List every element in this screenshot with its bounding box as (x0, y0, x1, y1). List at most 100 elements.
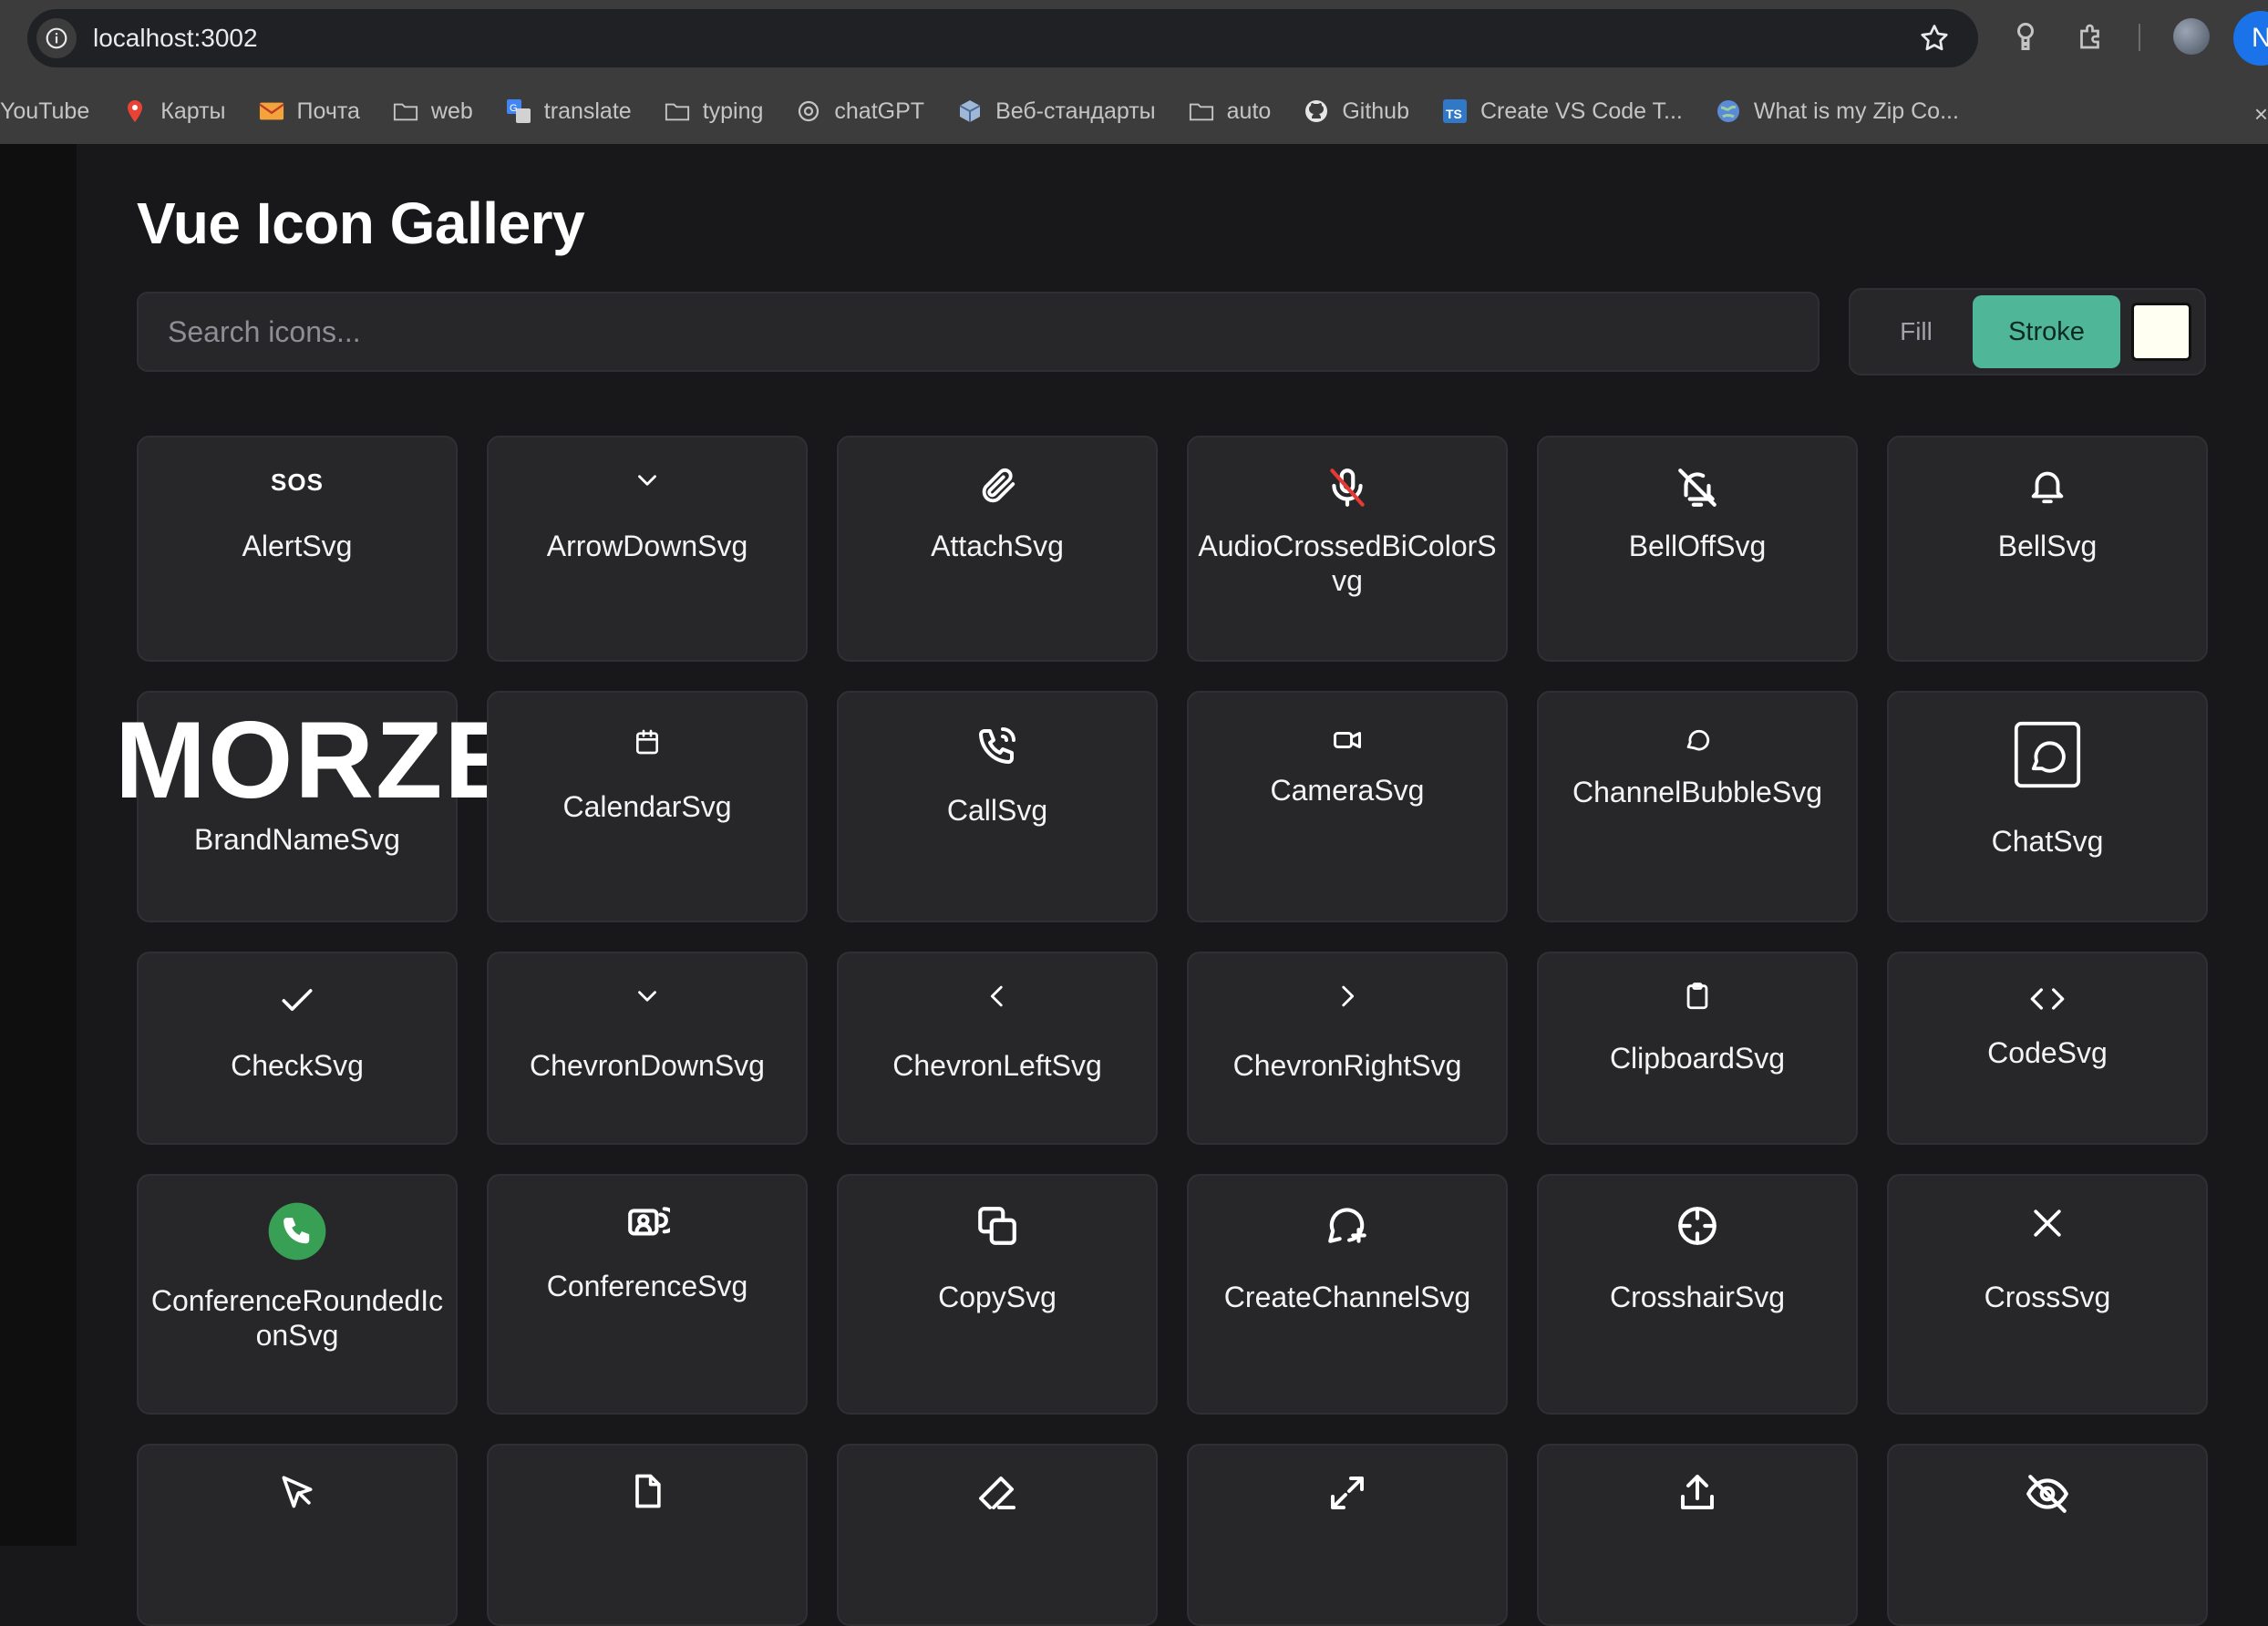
bookmark-item[interactable]: Карты (122, 98, 226, 125)
upload-icon (1675, 1471, 1719, 1515)
bookmark-item[interactable]: auto (1189, 98, 1272, 125)
icon-tile[interactable]: CreateChannelSvg (1187, 1174, 1508, 1415)
openai-icon (796, 98, 821, 124)
icon-tile[interactable]: CheckSvg (137, 952, 458, 1145)
icon-name-label: ChatSvg (1991, 825, 2104, 858)
icon-tile[interactable]: CodeSvg (1887, 952, 2208, 1145)
icon-tile[interactable] (837, 1444, 1158, 1626)
icon-tile[interactable]: ArrowDownSvg (487, 436, 808, 662)
sos-icon: SOS (271, 468, 324, 496)
icon-name-label: CameraSvg (1270, 774, 1425, 807)
icon-tile[interactable]: BellSvg (1887, 436, 2208, 662)
icon-tile[interactable]: CopySvg (837, 1174, 1158, 1415)
icon-tile[interactable]: MORZE BrandNameSvg (115, 691, 517, 922)
bookmark-label: chatGPT (834, 98, 925, 124)
icon-tile[interactable]: ChevronRightSvg (1187, 952, 1508, 1145)
left-gutter (0, 144, 77, 1546)
bookmark-item[interactable]: YouTube (0, 98, 89, 125)
icon-tile[interactable]: CalendarSvg (487, 691, 808, 922)
icon-tile[interactable]: AttachSvg (837, 436, 1158, 662)
color-picker-swatch[interactable] (2131, 303, 2191, 361)
icon-name-label: CrossSvg (1984, 1281, 2111, 1313)
icon-name-label: AudioCrossedBiColorSvg (1198, 530, 1497, 597)
fill-mode-button[interactable]: Fill (1861, 295, 1971, 368)
address-bar[interactable]: localhost:3002 (27, 9, 1978, 67)
phone-rounded-icon (267, 1201, 327, 1261)
bookmark-item[interactable]: web (393, 98, 473, 125)
svg-text:TS: TS (1446, 107, 1462, 121)
icon-tile[interactable]: BellOffSvg (1537, 436, 1858, 662)
bookmark-item[interactable]: Gtranslate (506, 98, 632, 125)
profile-avatar[interactable]: N (2233, 11, 2268, 66)
icon-tile[interactable]: ChannelBubbleSvg (1537, 691, 1858, 922)
icon-name-label: ConferenceRoundedIconSvg (150, 1284, 444, 1352)
paperclip-icon (976, 465, 1018, 507)
icon-name-label: CrosshairSvg (1609, 1281, 1786, 1313)
icon-tile[interactable]: ChevronLeftSvg (837, 952, 1158, 1145)
icon-tile[interactable]: ChevronDownSvg (487, 952, 808, 1145)
fill-stroke-toggle: Fill Stroke (1849, 288, 2206, 376)
icon-tile[interactable]: CallSvg (837, 691, 1158, 922)
bookmark-item[interactable]: TS Create VS Code T... (1442, 98, 1683, 125)
url-text[interactable]: localhost:3002 (93, 24, 258, 53)
close-icon (2027, 1203, 2067, 1243)
profile-globe-icon[interactable] (2173, 18, 2210, 55)
maps-pin-icon (122, 98, 148, 124)
folder-icon (393, 98, 418, 124)
bookmark-label: Github (1342, 98, 1409, 124)
icon-name-label: ChevronDownSvg (530, 1049, 765, 1082)
bookmarks-overflow-icon[interactable]: × (2254, 100, 2268, 129)
folder-icon (1189, 98, 1214, 124)
icon-tile[interactable]: ConferenceRoundedIconSvg (137, 1174, 458, 1415)
translate-icon: G (506, 98, 531, 124)
bookmark-item[interactable]: What is my Zip Co... (1716, 98, 1959, 125)
icon-tile[interactable]: ChatSvg (1887, 691, 2208, 922)
icon-tile[interactable]: CrosshairSvg (1537, 1174, 1858, 1415)
bookmark-label: auto (1226, 98, 1272, 124)
bookmark-label: YouTube (0, 98, 90, 124)
icon-tile[interactable] (1887, 1444, 2208, 1626)
icon-tile[interactable] (137, 1444, 458, 1626)
bookmark-item[interactable]: typing (665, 98, 764, 125)
bookmark-item[interactable]: Веб-стандарты (957, 98, 1156, 125)
search-input[interactable] (137, 292, 1820, 372)
clipboard-icon (1682, 981, 1713, 1012)
globe-icon (1716, 98, 1741, 124)
bookmark-label: translate (543, 98, 632, 124)
icon-tile[interactable]: ConferenceSvg (487, 1174, 808, 1415)
icon-tile[interactable]: ClipboardSvg (1537, 952, 1858, 1145)
stroke-mode-button[interactable]: Stroke (1973, 295, 2120, 368)
eraser-icon (975, 1471, 1019, 1515)
icon-name-label: ArrowDownSvg (546, 530, 748, 562)
eye-off-icon (2025, 1471, 2070, 1517)
cube-icon (957, 98, 983, 124)
chevron-right-icon (1332, 981, 1363, 1012)
icon-name-label: BrandNameSvg (194, 823, 400, 856)
video-camera-icon (1331, 724, 1364, 756)
page-title: Vue Icon Gallery (137, 190, 585, 256)
icon-tile[interactable]: AudioCrossedBiColorSvg (1187, 436, 1508, 662)
icon-tile[interactable] (487, 1444, 808, 1626)
icon-name-label: CreateChannelSvg (1223, 1281, 1471, 1313)
bookmark-label: Веб-стандарты (995, 98, 1156, 124)
bookmark-item[interactable]: Github (1304, 98, 1409, 125)
icon-name-label: CodeSvg (1987, 1036, 2108, 1069)
site-info-icon[interactable] (36, 18, 77, 58)
bookmark-label: typing (702, 98, 764, 124)
cursor-icon (277, 1471, 317, 1511)
icon-tile[interactable]: SOS AlertSvg (137, 436, 458, 662)
bell-icon (2026, 465, 2068, 507)
password-key-icon[interactable] (2009, 20, 2042, 53)
bookmark-star-icon[interactable] (1918, 22, 1951, 55)
icon-name-label: ChevronRightSvg (1232, 1049, 1462, 1082)
bookmark-item[interactable]: chatGPT (796, 98, 924, 125)
icon-tile[interactable]: CameraSvg (1187, 691, 1508, 922)
calendar-icon (633, 727, 662, 756)
icon-name-label: AlertSvg (242, 530, 353, 562)
icon-tile[interactable] (1187, 1444, 1508, 1626)
icon-tile[interactable]: CrossSvg (1887, 1174, 2208, 1415)
mail-icon (258, 98, 284, 124)
bookmark-item[interactable]: Почта (258, 98, 360, 125)
extensions-puzzle-icon[interactable] (2075, 20, 2108, 53)
icon-tile[interactable] (1537, 1444, 1858, 1626)
